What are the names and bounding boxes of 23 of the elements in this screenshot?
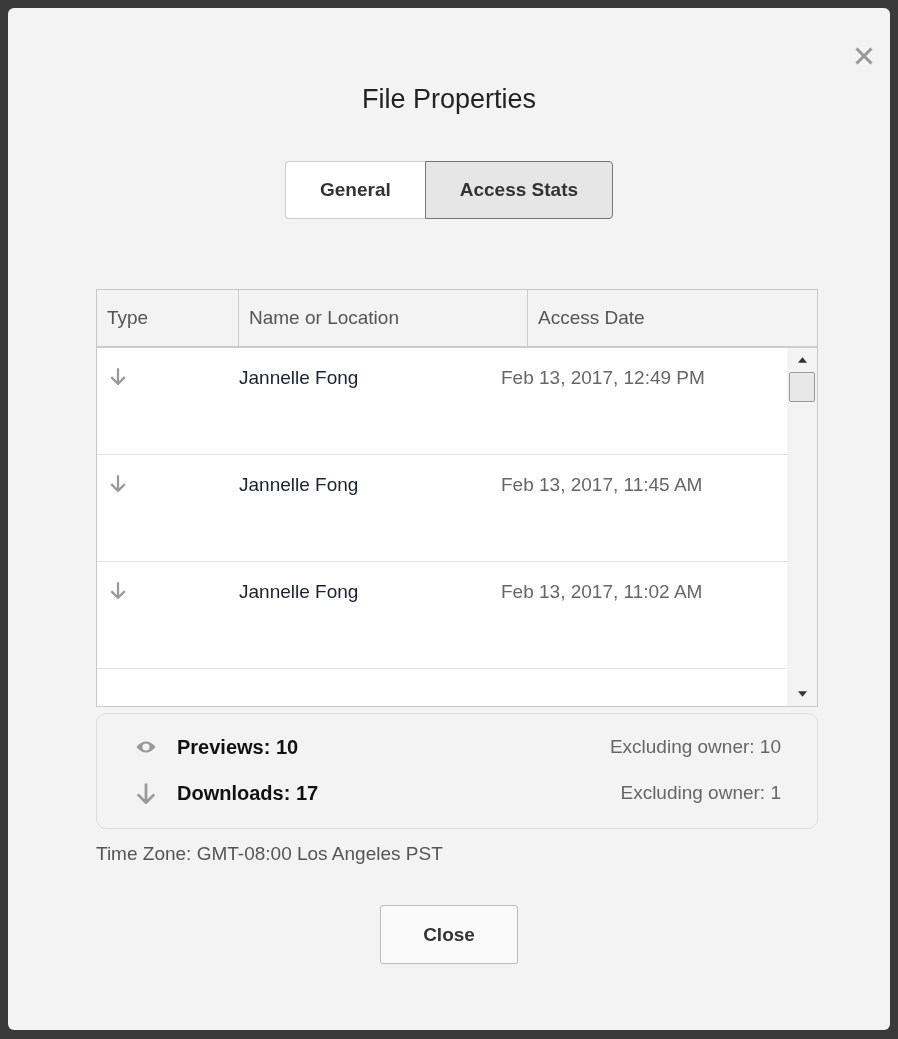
table-cell-text: Jannelle Fong [239,366,360,390]
dialog-title: File Properties [360,84,538,116]
tab[interactable]: General [284,161,425,219]
stat-detail: Excluding owner: 10 [609,736,781,758]
column-header[interactable]: Name or Location [239,290,528,346]
table-cell-text: Feb 13, 2017, 11:02 AM [501,580,704,604]
scrollbar[interactable] [787,348,817,706]
down-arrow-icon [109,367,127,385]
table-cell-text: Feb 13, 2017, 11:45 AM [501,473,704,497]
table-cell-text: Jannelle Fong [239,473,360,497]
time-zone-text: Time Zone: GMT-08:00 Los Angeles PST [96,843,444,865]
scroll-thumb[interactable] [789,372,815,402]
column-header[interactable]: Access Date [528,290,817,346]
table-cell-text: Feb 13, 2017, 12:49 PM [501,366,706,390]
table-cell-text: Jannelle Fong [239,580,360,604]
down-arrow-icon [109,474,127,492]
stat-detail: Excluding owner: 1 [620,782,781,804]
stat-label: Previews: 10 [177,735,300,759]
column-header[interactable]: Type [97,290,239,346]
tab[interactable]: Access Stats [424,161,614,219]
stat-label: Downloads: 17 [177,781,320,805]
down-arrow-icon [109,581,127,599]
close-button[interactable]: Close [380,905,518,964]
